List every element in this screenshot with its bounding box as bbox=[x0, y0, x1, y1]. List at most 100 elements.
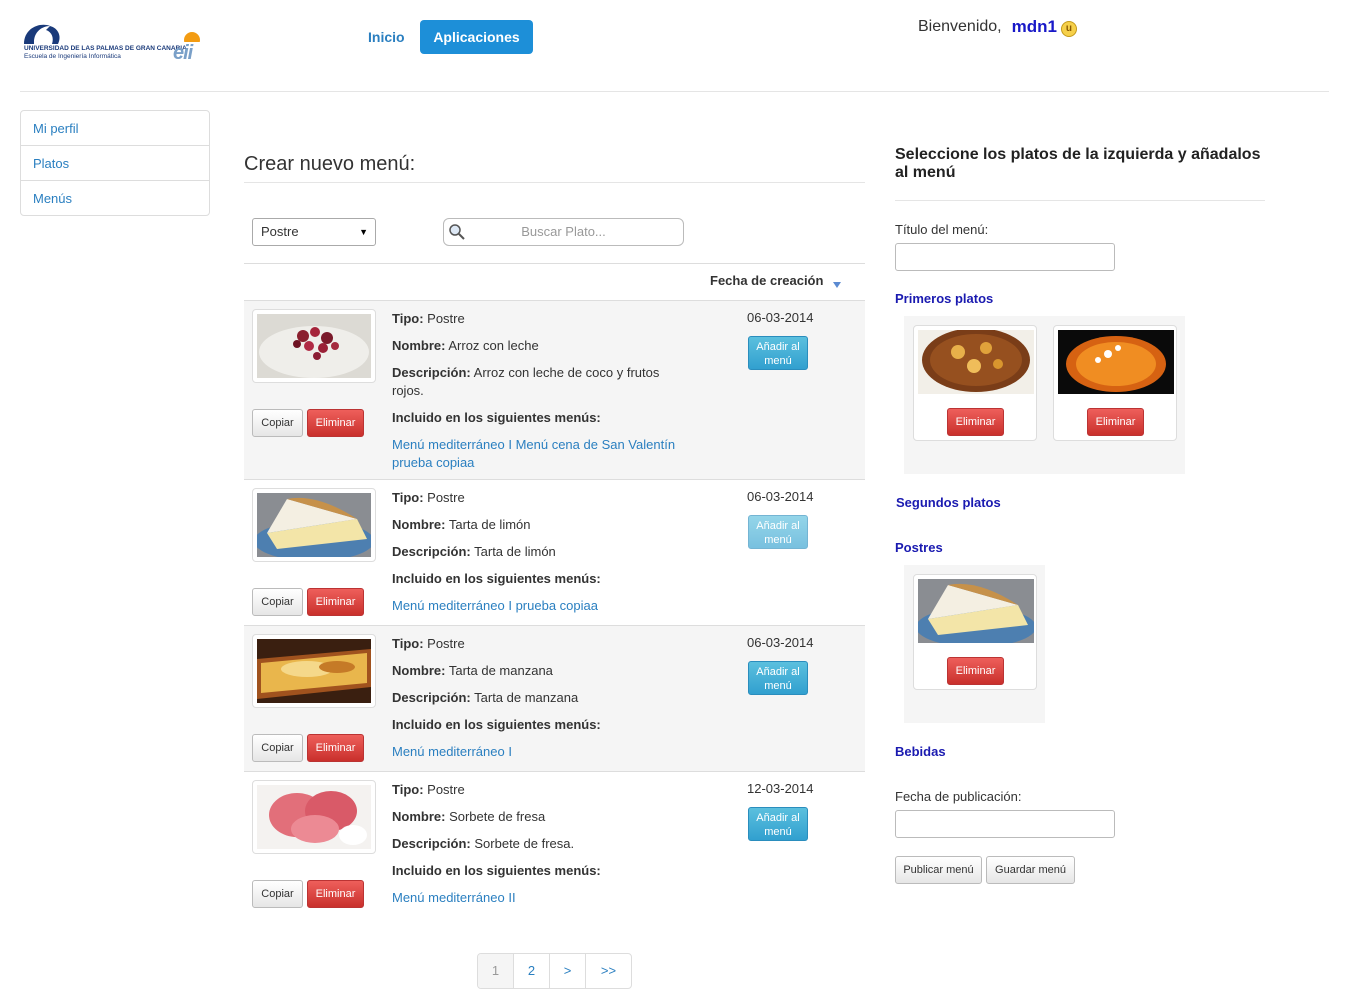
sidebar-item-menus[interactable]: Menús bbox=[21, 181, 209, 216]
add-to-menu-button[interactable]: Añadir al menú bbox=[748, 807, 808, 841]
sidebar-item-mi-perfil[interactable]: Mi perfil bbox=[21, 111, 209, 146]
add-label-2: menú bbox=[764, 355, 792, 367]
delete-button[interactable]: Eliminar bbox=[307, 880, 364, 908]
university-logo: UNIVERSIDAD DE LAS PALMAS DE GRAN CANARI… bbox=[20, 18, 215, 66]
dish-thumbnail bbox=[252, 634, 376, 708]
descripcion-label: Descripción: bbox=[392, 836, 471, 851]
table-top-border bbox=[244, 263, 865, 264]
included-menus-links[interactable]: Menú mediterráneo I prueba copiaa bbox=[392, 597, 692, 615]
strawberry-sorbet-image bbox=[257, 785, 371, 849]
remove-dish-button[interactable]: Eliminar bbox=[1087, 408, 1144, 436]
dish-image bbox=[1058, 330, 1174, 394]
nombre-label: Nombre: bbox=[392, 338, 446, 353]
dish-thumbnail bbox=[252, 488, 376, 562]
add-label-2: menú bbox=[764, 534, 792, 546]
incluido-label: Incluido en los siguientes menús: bbox=[392, 863, 601, 878]
nav-inicio[interactable]: Inicio bbox=[356, 20, 417, 54]
dish-type: Postre bbox=[427, 490, 465, 505]
selected-dish-card: Eliminar bbox=[1053, 325, 1177, 441]
page-next[interactable]: > bbox=[550, 954, 586, 988]
publication-date-label: Fecha de publicación: bbox=[895, 789, 1022, 804]
copy-button[interactable]: Copiar bbox=[252, 734, 303, 762]
table-row: Copiar Eliminar Tipo: Postre Nombre: Tar… bbox=[244, 480, 865, 626]
dish-type-select[interactable]: Postre ▼ bbox=[252, 218, 376, 246]
add-to-menu-button[interactable]: Añadir al menú bbox=[748, 661, 808, 695]
copy-button[interactable]: Copiar bbox=[252, 880, 303, 908]
section-segundos: Segundos platos bbox=[896, 495, 1001, 510]
postres-dropzone: Eliminar bbox=[904, 565, 1045, 723]
column-header-fecha[interactable]: Fecha de creación bbox=[710, 273, 823, 288]
add-to-menu-button[interactable]: Añadir al menú bbox=[748, 336, 808, 370]
lentil-stew-image bbox=[918, 330, 1034, 394]
dish-type: Postre bbox=[427, 636, 465, 651]
user-badge-icon[interactable]: u bbox=[1060, 21, 1077, 37]
sort-desc-icon[interactable] bbox=[833, 282, 841, 288]
tipo-label: Tipo: bbox=[392, 490, 424, 505]
username-link[interactable]: mdn1 bbox=[1012, 17, 1057, 37]
dish-type: Postre bbox=[427, 311, 465, 326]
sidebar: Mi perfil Platos Menús bbox=[20, 110, 210, 216]
menu-title-label: Título del menú: bbox=[895, 222, 989, 237]
add-label-2: menú bbox=[764, 680, 792, 692]
table-row: Copiar Eliminar Tipo: Postre Nombre: Tar… bbox=[244, 626, 865, 772]
nav-aplicaciones[interactable]: Aplicaciones bbox=[420, 20, 533, 54]
dish-info: Tipo: Postre Nombre: Tarta de manzana De… bbox=[392, 635, 692, 770]
right-panel-divider bbox=[895, 200, 1265, 201]
search-input[interactable]: Buscar Plato... bbox=[443, 218, 684, 246]
table-row: Copiar Eliminar Tipo: Postre Nombre: Arr… bbox=[244, 301, 865, 480]
included-menus-links[interactable]: Menú mediterráneo I Menú cena de San Val… bbox=[392, 436, 687, 472]
menu-title-input[interactable] bbox=[895, 243, 1115, 271]
dish-type-selected: Postre bbox=[261, 224, 299, 239]
lemon-pie-image bbox=[918, 579, 1034, 643]
incluido-label: Incluido en los siguientes menús: bbox=[392, 410, 601, 425]
page-2[interactable]: 2 bbox=[514, 954, 550, 988]
copy-button[interactable]: Copiar bbox=[252, 409, 303, 437]
dish-thumbnail bbox=[252, 309, 376, 383]
add-to-menu-button[interactable]: Añadir al menú bbox=[748, 515, 808, 549]
add-label-2: menú bbox=[764, 826, 792, 838]
rice-pudding-image bbox=[257, 314, 371, 378]
table-row: Copiar Eliminar Tipo: Postre Nombre: Sor… bbox=[244, 772, 865, 918]
section-postres: Postres bbox=[895, 540, 943, 555]
sidebar-item-platos[interactable]: Platos bbox=[21, 146, 209, 181]
nombre-label: Nombre: bbox=[392, 809, 446, 824]
logo-line1: UNIVERSIDAD DE LAS PALMAS DE GRAN CANARI… bbox=[24, 45, 187, 52]
remove-dish-button[interactable]: Eliminar bbox=[947, 657, 1004, 685]
page-1[interactable]: 1 bbox=[478, 954, 514, 988]
included-menus-links[interactable]: Menú mediterráneo II bbox=[392, 889, 692, 907]
creation-date: 06-03-2014 bbox=[747, 489, 814, 504]
publication-date-input[interactable] bbox=[895, 810, 1115, 838]
publish-menu-button[interactable]: Publicar menú bbox=[895, 856, 982, 884]
descripcion-label: Descripción: bbox=[392, 365, 471, 380]
delete-button[interactable]: Eliminar bbox=[307, 409, 364, 437]
delete-button[interactable]: Eliminar bbox=[307, 734, 364, 762]
save-menu-button[interactable]: Guardar menú bbox=[986, 856, 1075, 884]
dish-image bbox=[918, 330, 1034, 394]
nombre-label: Nombre: bbox=[392, 517, 446, 532]
add-label-1: Añadir al bbox=[756, 666, 800, 678]
dish-info: Tipo: Postre Nombre: Arroz con leche Des… bbox=[392, 310, 692, 481]
eii-logo-text: eii bbox=[173, 42, 193, 64]
included-menus-links[interactable]: Menú mediterráneo I bbox=[392, 743, 692, 761]
dish-name: Arroz con leche bbox=[448, 338, 539, 353]
page-last[interactable]: >> bbox=[586, 954, 631, 988]
selected-dish-card: Eliminar bbox=[913, 574, 1037, 690]
dish-description: Sorbete de fresa. bbox=[474, 836, 575, 851]
descripcion-label: Descripción: bbox=[392, 544, 471, 559]
remove-dish-button[interactable]: Eliminar bbox=[947, 408, 1004, 436]
search-placeholder: Buscar Plato... bbox=[521, 224, 606, 239]
add-label-1: Añadir al bbox=[756, 520, 800, 532]
copy-button[interactable]: Copiar bbox=[252, 588, 303, 616]
dropdown-arrow-icon: ▼ bbox=[359, 227, 368, 237]
creation-date: 06-03-2014 bbox=[747, 635, 814, 650]
section-bebidas: Bebidas bbox=[895, 744, 946, 759]
selected-dish-card: Eliminar bbox=[913, 325, 1037, 441]
pumpkin-soup-image bbox=[1058, 330, 1174, 394]
lemon-pie-image bbox=[257, 493, 371, 557]
pagination: 1 2 > >> bbox=[477, 953, 632, 989]
dish-info: Tipo: Postre Nombre: Tarta de limón Desc… bbox=[392, 489, 692, 624]
delete-button[interactable]: Eliminar bbox=[307, 588, 364, 616]
dish-type: Postre bbox=[427, 782, 465, 797]
nombre-label: Nombre: bbox=[392, 663, 446, 678]
title-divider bbox=[244, 182, 865, 183]
